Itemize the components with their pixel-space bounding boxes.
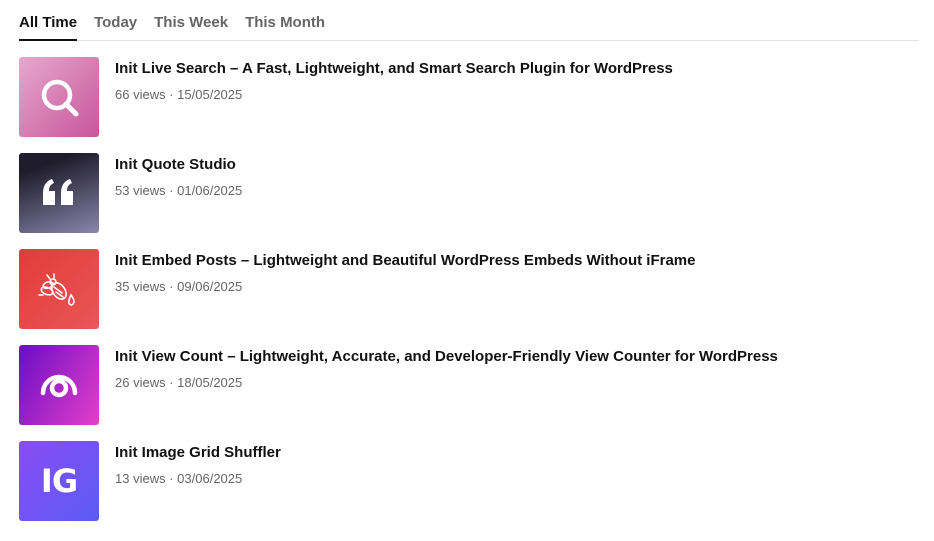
view-count: 26 views [115, 375, 166, 390]
list-item: Init Embed Posts – Lightweight and Beaut… [19, 249, 919, 329]
tab-all-time[interactable]: All Time [19, 14, 78, 41]
list-item: IG Init Image Grid Shuffler 13 views · 0… [19, 441, 919, 521]
post-meta: 66 views · 15/05/2025 [115, 87, 673, 103]
view-count: 13 views [115, 471, 166, 486]
post-thumbnail[interactable] [19, 249, 99, 329]
post-thumbnail[interactable] [19, 153, 99, 233]
post-title-link[interactable]: Init Image Grid Shuffler [115, 443, 281, 463]
post-date: 09/06/2025 [177, 279, 243, 294]
post-meta: 26 views · 18/05/2025 [115, 375, 778, 391]
view-count: 53 views [115, 183, 166, 198]
post-thumbnail[interactable] [19, 345, 99, 425]
tab-this-month[interactable]: This Month [245, 14, 325, 40]
post-title-link[interactable]: Init View Count – Lightweight, Accurate,… [115, 347, 778, 367]
meta-separator: · [169, 375, 174, 390]
meta-separator: · [169, 471, 174, 486]
top-posts-widget: All Time Today This Week This Month Init… [19, 0, 919, 521]
tab-this-week[interactable]: This Week [154, 14, 228, 40]
post-date: 18/05/2025 [177, 375, 243, 390]
post-meta: 53 views · 01/06/2025 [115, 183, 242, 199]
list-item: Init View Count – Lightweight, Accurate,… [19, 345, 919, 425]
post-meta: 35 views · 09/06/2025 [115, 279, 695, 295]
ig-logo-icon: IG [40, 462, 78, 500]
list-item: Init Live Search – A Fast, Lightweight, … [19, 57, 919, 137]
list-item: Init Quote Studio 53 views · 01/06/2025 [19, 153, 919, 233]
post-thumbnail[interactable] [19, 57, 99, 137]
period-tabs: All Time Today This Week This Month [19, 0, 919, 41]
view-count: 35 views [115, 279, 166, 294]
post-thumbnail[interactable]: IG [19, 441, 99, 521]
search-icon [41, 79, 79, 117]
post-date: 15/05/2025 [177, 87, 243, 102]
view-count: 66 views [115, 87, 166, 102]
post-title-link[interactable]: Init Quote Studio [115, 155, 242, 175]
post-meta: 13 views · 03/06/2025 [115, 471, 281, 487]
post-date: 03/06/2025 [177, 471, 243, 486]
tab-today[interactable]: Today [94, 14, 137, 40]
post-title-link[interactable]: Init Live Search – A Fast, Lightweight, … [115, 59, 673, 79]
meta-separator: · [169, 183, 174, 198]
meta-separator: · [169, 279, 174, 294]
post-date: 01/06/2025 [177, 183, 243, 198]
bee-icon [38, 273, 75, 306]
meta-separator: · [169, 87, 174, 102]
post-title-link[interactable]: Init Embed Posts – Lightweight and Beaut… [115, 251, 695, 271]
quote-icon [43, 179, 73, 205]
eye-icon [40, 374, 78, 398]
